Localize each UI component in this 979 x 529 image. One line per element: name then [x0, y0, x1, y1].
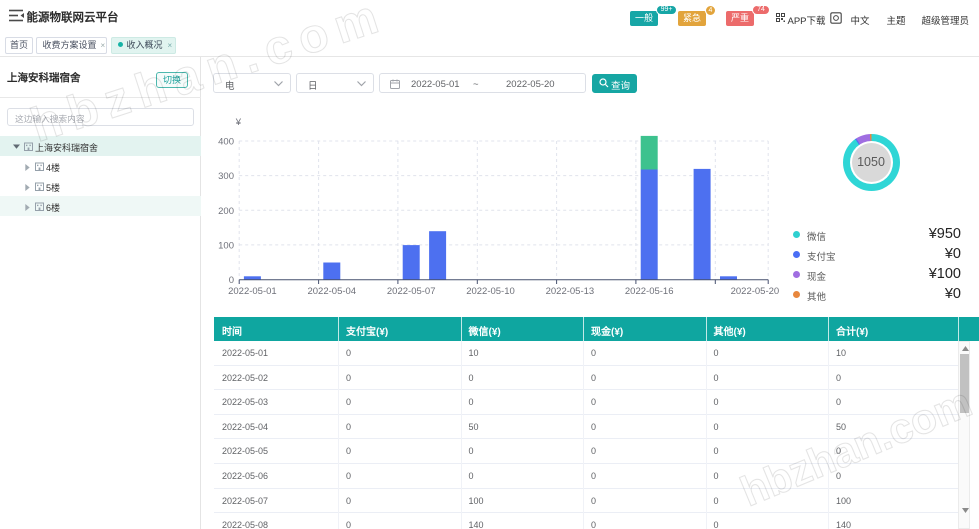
svg-text:2022-05-13: 2022-05-13: [546, 286, 595, 297]
svg-text:2022-05-01: 2022-05-01: [228, 286, 277, 297]
svg-text:100: 100: [218, 240, 234, 251]
svg-text:2022-05-10: 2022-05-10: [466, 286, 515, 297]
svg-text:¥: ¥: [235, 117, 242, 128]
svg-text:0: 0: [229, 275, 234, 286]
svg-text:2022-05-07: 2022-05-07: [387, 286, 436, 297]
svg-text:2022-05-20: 2022-05-20: [731, 286, 780, 297]
svg-text:300: 300: [218, 171, 234, 182]
svg-text:2022-05-16: 2022-05-16: [625, 286, 674, 297]
svg-text:400: 400: [218, 137, 234, 148]
svg-text:200: 200: [218, 206, 234, 217]
svg-text:2022-05-04: 2022-05-04: [307, 286, 356, 297]
